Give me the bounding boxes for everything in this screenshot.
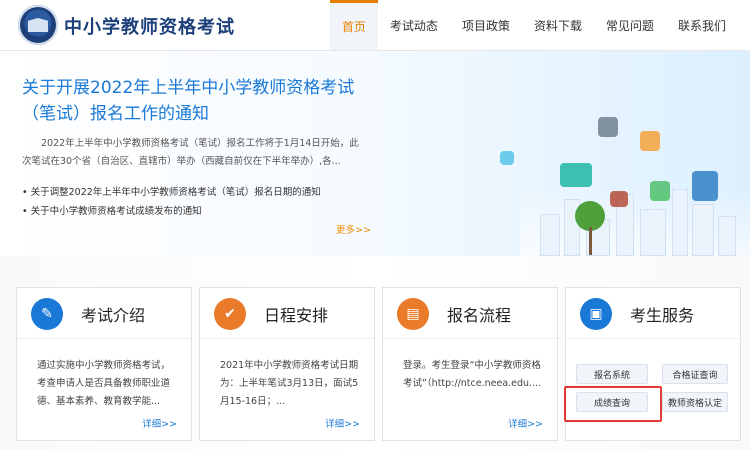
card-title[interactable]: 报名流程 xyxy=(447,302,511,326)
banner-news-link[interactable]: 关于调整2022年上半年中小学教师资格考试（笔试）报名日期的通知 xyxy=(22,183,321,202)
card-description: 2021年中小学教师资格考试日期为：上半年笔试3月13日，面试5月15-16日；… xyxy=(220,360,359,407)
nav-policy[interactable]: 项目政策 xyxy=(450,0,522,50)
building-shape xyxy=(540,214,560,256)
certificate-query-button[interactable]: 合格证查询 xyxy=(662,364,728,384)
floating-cube-icon xyxy=(692,171,718,201)
floating-cube-icon xyxy=(650,181,670,201)
site-logo-icon[interactable] xyxy=(18,5,58,45)
floating-cube-icon xyxy=(610,191,628,207)
card-header: ✔ 日程安排 xyxy=(200,288,374,339)
card-header: ▤ 报名流程 xyxy=(383,288,557,339)
edit-note-icon: ✎ xyxy=(31,298,63,330)
score-query-highlight xyxy=(564,386,662,422)
banner-more-link[interactable]: 更多>> xyxy=(336,222,371,236)
form-icon: ▤ xyxy=(397,298,429,330)
news-banner: 关于开展2022年上半年中小学教师资格考试（笔试）报名工作的通知 2022年上半… xyxy=(0,51,750,256)
nav-faq[interactable]: 常见问题 xyxy=(594,0,666,50)
card-schedule: ✔ 日程安排 2021年中小学教师资格考试日期为：上半年笔试3月13日，面试5月… xyxy=(199,287,375,441)
main-nav: 首页 考试动态 项目政策 资料下载 常见问题 联系我们 xyxy=(329,0,738,50)
card-detail-link[interactable]: 详细>> xyxy=(142,416,177,430)
building-shape xyxy=(672,189,688,256)
building-shape xyxy=(718,216,736,256)
floating-cube-icon xyxy=(640,131,660,151)
site-header: 中小学教师资格考试 首页 考试动态 项目政策 资料下载 常见问题 联系我们 xyxy=(0,0,750,51)
card-description: 登录。考生登录“中小学教师资格考试”（http://ntce.neea.edu.… xyxy=(403,360,542,389)
banner-news-link[interactable]: 关于中小学教师资格考试成绩发布的通知 xyxy=(22,202,321,221)
floating-cube-icon xyxy=(560,163,592,187)
banner-headline-link[interactable]: 关于开展2022年上半年中小学教师资格考试（笔试）报名工作的通知 xyxy=(22,75,362,127)
teacher-cert-button[interactable]: 教师资格认定 xyxy=(662,392,728,412)
card-exam-intro: ✎ 考试介绍 通过实施中小学教师资格考试，考查申请人是否具备教师职业道德、基本素… xyxy=(16,287,192,441)
card-description: 通过实施中小学教师资格考试，考查申请人是否具备教师职业道德、基本素养、教育教学能… xyxy=(37,360,171,407)
floating-cube-icon xyxy=(500,151,514,165)
tree-trunk-shape xyxy=(589,227,592,255)
building-shape xyxy=(692,204,714,256)
floating-cube-icon xyxy=(598,117,618,137)
card-header: ✎ 考试介绍 xyxy=(17,288,191,339)
site-title[interactable]: 中小学教师资格考试 xyxy=(64,13,235,39)
banner-news-list: 关于调整2022年上半年中小学教师资格考试（笔试）报名日期的通知 关于中小学教师… xyxy=(22,183,321,221)
card-detail-link[interactable]: 详细>> xyxy=(325,416,360,430)
card-registration: ▤ 报名流程 登录。考生登录“中小学教师资格考试”（http://ntce.ne… xyxy=(382,287,558,441)
card-detail-link[interactable]: 详细>> xyxy=(508,416,543,430)
id-card-icon: ▣ xyxy=(580,298,612,330)
nav-downloads[interactable]: 资料下载 xyxy=(522,0,594,50)
nav-contact[interactable]: 联系我们 xyxy=(666,0,738,50)
building-shape xyxy=(640,209,666,256)
checkmark-icon: ✔ xyxy=(214,298,246,330)
nav-home[interactable]: 首页 xyxy=(329,0,378,50)
nav-exam-news[interactable]: 考试动态 xyxy=(378,0,450,50)
registration-system-button[interactable]: 报名系统 xyxy=(576,364,648,384)
card-title[interactable]: 日程安排 xyxy=(264,302,328,326)
banner-summary: 2022年上半年中小学教师资格考试（笔试）报名工作将于1月14日开始，此次笔试在… xyxy=(22,138,359,167)
card-title[interactable]: 考生服务 xyxy=(630,302,694,326)
card-header: ▣ 考生服务 xyxy=(566,288,740,339)
card-title[interactable]: 考试介绍 xyxy=(81,302,145,326)
